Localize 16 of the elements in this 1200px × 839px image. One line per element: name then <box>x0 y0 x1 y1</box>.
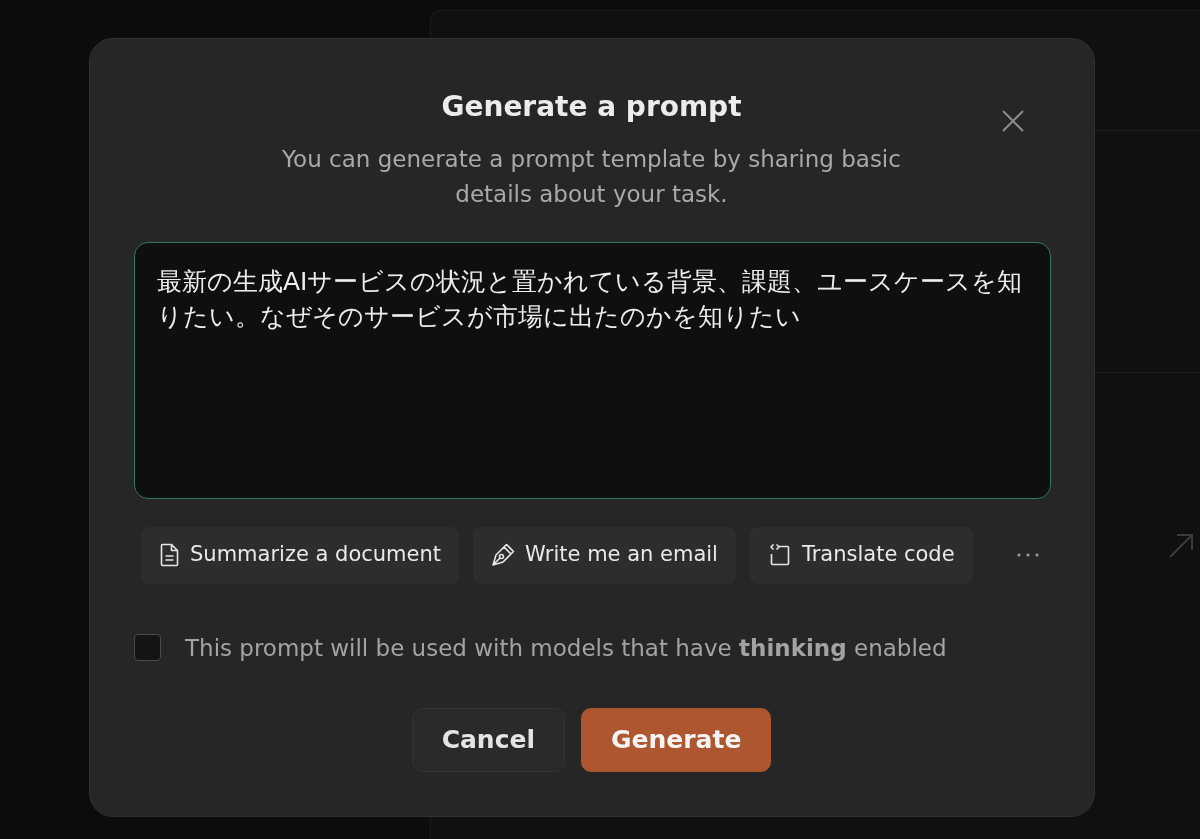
checkbox[interactable] <box>134 634 161 662</box>
cancel-button[interactable]: Cancel <box>411 708 565 772</box>
dialog-title: Generate a prompt <box>440 89 743 125</box>
close-icon <box>1001 109 1025 133</box>
suggestion-chip[interactable]: Translate code <box>749 526 973 584</box>
document-icon <box>159 543 180 567</box>
generate-button[interactable]: Generate <box>581 708 772 772</box>
prompt-input[interactable]: 最新の生成AIサービスの状況と置かれている背景、課題、ユースケースを知りたい。なぜそのサービスが市場に出たのかを知りたい <box>134 242 1051 499</box>
more-icon <box>1016 553 1039 557</box>
arrow-icon <box>1168 533 1194 559</box>
code-icon <box>767 543 792 567</box>
pen-icon <box>491 543 515 567</box>
suggestion-chip[interactable]: Summarize a document <box>141 526 459 584</box>
checkbox-label: This prompt will be used with models that have thinking enabled <box>185 633 947 663</box>
dialog-subtitle: You can generate a prompt template by sharing basic details about your task. <box>281 145 902 209</box>
suggestion-chip[interactable]: Write me an email <box>473 526 736 584</box>
